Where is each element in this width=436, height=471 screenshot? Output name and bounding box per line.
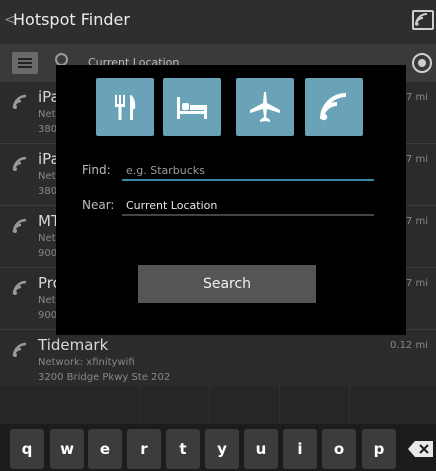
- fork-knife-icon: [115, 95, 136, 120]
- restaurant-category-button[interactable]: [96, 78, 154, 136]
- bed-icon: [177, 97, 207, 119]
- key-u[interactable]: u: [244, 429, 278, 469]
- wifi-icon: [12, 218, 27, 233]
- app-title: Hotspot Finder: [13, 10, 130, 29]
- wifi-icon: [320, 93, 347, 121]
- hotspot-distance: 0.12 mi: [390, 340, 428, 351]
- wifi-category-button[interactable]: [305, 78, 363, 136]
- near-label: Near:: [82, 198, 115, 212]
- key-w[interactable]: w: [50, 429, 84, 469]
- search-dialog: Find: e.g. Starbucks Near: Current Locat…: [56, 65, 406, 335]
- key-y[interactable]: y: [205, 429, 239, 469]
- wifi-icon: [12, 156, 27, 171]
- key-q[interactable]: q: [10, 429, 44, 469]
- hotspot-network: Network: xfinitywifi: [38, 357, 135, 368]
- key-p[interactable]: p: [362, 429, 396, 469]
- find-input[interactable]: e.g. Starbucks: [122, 161, 374, 181]
- key-o[interactable]: o: [322, 429, 356, 469]
- wifi-icon: [12, 94, 27, 109]
- suggestion-slot[interactable]: [140, 386, 210, 424]
- airport-category-button[interactable]: [236, 78, 294, 136]
- hotspot-address: 3200 Bridge Pkwy Ste 202: [38, 372, 171, 383]
- action-bar: < Hotspot Finder: [0, 0, 436, 44]
- backspace-icon[interactable]: [404, 429, 436, 469]
- suggestion-slot[interactable]: [280, 386, 350, 424]
- hotspot-address: 380: [38, 124, 58, 135]
- search-button[interactable]: Search: [138, 265, 316, 303]
- hotspot-address: 900: [38, 310, 58, 321]
- suggestion-slot[interactable]: [70, 386, 140, 424]
- wifi-icon: [12, 342, 27, 357]
- soft-keyboard: q w e r t y u i o p: [0, 424, 436, 471]
- filter-icon[interactable]: [12, 52, 38, 74]
- hotspot-address: 380: [38, 186, 58, 197]
- hotspot-address: 900: [38, 248, 58, 259]
- hotspot-network: Net: [38, 295, 56, 306]
- hotspot-network: Net: [38, 109, 56, 120]
- near-input[interactable]: Current Location: [122, 196, 374, 216]
- airplane-icon: [250, 92, 280, 122]
- hotspot-network: Net: [38, 233, 56, 244]
- find-label: Find:: [82, 163, 111, 177]
- locate-icon[interactable]: [412, 53, 432, 73]
- wifi-icon: [12, 280, 27, 295]
- wifi-map-icon[interactable]: [412, 10, 434, 30]
- list-item[interactable]: Tidemark Network: xfinitywifi 3200 Bridg…: [0, 330, 436, 392]
- hotspot-network: Net: [38, 171, 56, 182]
- keyboard-suggestion-strip: [0, 386, 436, 424]
- key-i[interactable]: i: [283, 429, 317, 469]
- suggestion-slot[interactable]: [210, 386, 280, 424]
- hotspot-name: Tidemark: [38, 336, 109, 354]
- key-t[interactable]: t: [166, 429, 200, 469]
- hotel-category-button[interactable]: [163, 78, 221, 136]
- key-e[interactable]: e: [88, 429, 122, 469]
- key-r[interactable]: r: [127, 429, 161, 469]
